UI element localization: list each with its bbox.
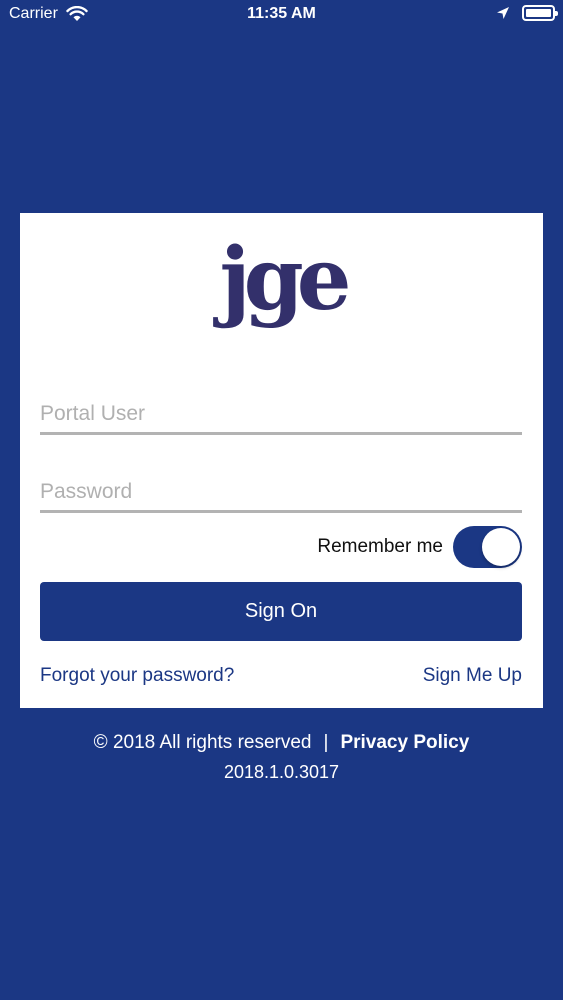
logo-text: jge <box>212 229 347 330</box>
password-input[interactable] <box>40 467 522 510</box>
footer-legal-row: © 2018 All rights reserved | Privacy Pol… <box>0 730 563 756</box>
copyright-text: © 2018 All rights reserved <box>93 732 312 753</box>
status-right <box>496 5 558 21</box>
sign-on-button[interactable]: Sign On <box>40 582 522 641</box>
location-icon <box>497 7 509 19</box>
privacy-policy-link[interactable]: Privacy Policy <box>340 732 469 754</box>
footer-separator: | <box>323 732 329 753</box>
sign-me-up-link[interactable]: Sign Me Up <box>423 665 522 687</box>
status-bar: Carrier 11:35 AM <box>0 0 563 30</box>
toggle-knob <box>482 528 520 566</box>
forgot-password-link[interactable]: Forgot your password? <box>40 665 234 687</box>
jge-logo-mark: jge <box>212 229 351 330</box>
remember-me-row: Remember me <box>317 526 522 568</box>
battery-icon <box>522 5 558 21</box>
footer: © 2018 All rights reserved | Privacy Pol… <box>0 730 563 783</box>
login-screen: Carrier 11:35 AM jge Portal User Remembe… <box>0 0 563 1000</box>
portal-user-input[interactable] <box>40 389 522 432</box>
portal-user-field <box>40 389 522 435</box>
remember-me-toggle[interactable] <box>453 526 522 568</box>
password-field <box>40 467 522 513</box>
login-card: jge Remember me Sign On Forgot your pass… <box>20 213 543 708</box>
remember-me-label: Remember me <box>317 536 443 557</box>
status-time: 11:35 AM <box>247 5 316 22</box>
jge-logo: jge <box>20 227 543 347</box>
version-text: 2018.1.0.3017 <box>223 762 340 782</box>
